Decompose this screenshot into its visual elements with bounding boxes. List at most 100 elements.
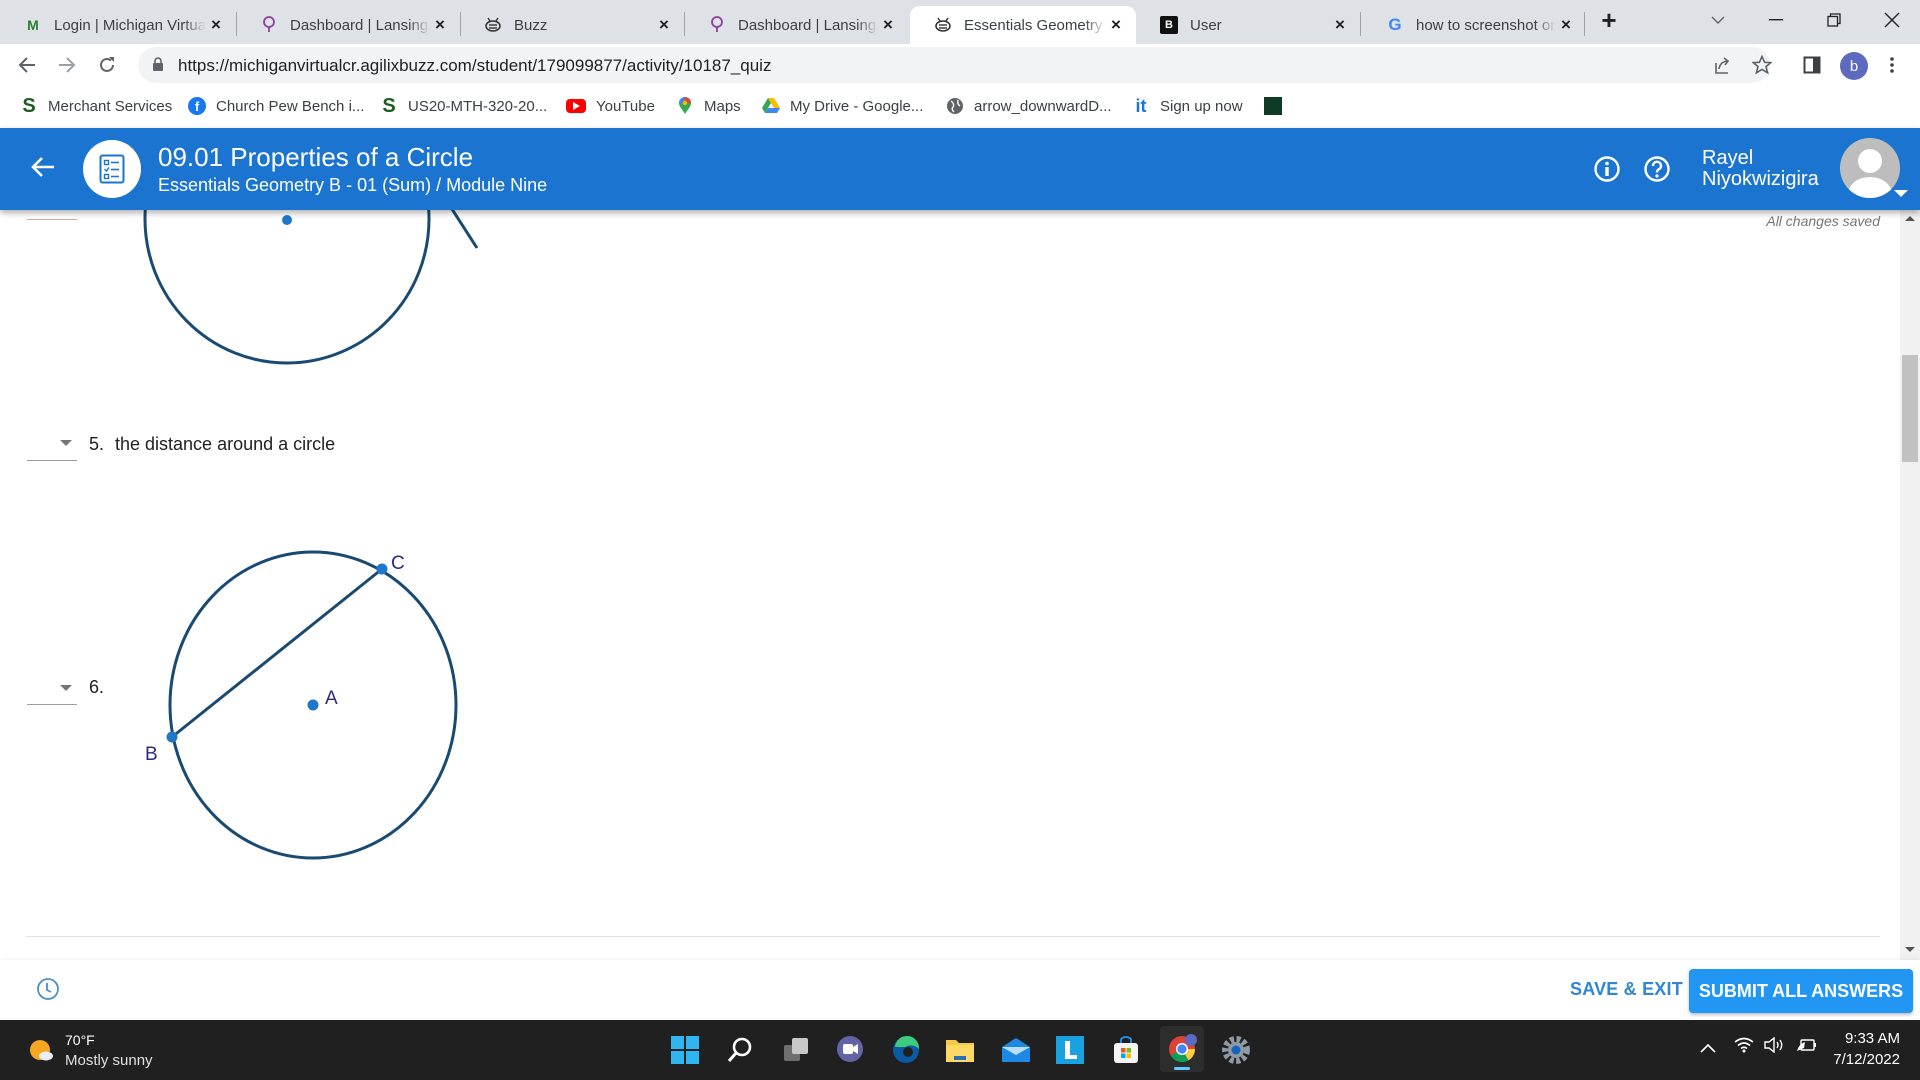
chord-bc <box>171 567 383 739</box>
side-panel-icon <box>1803 56 1821 74</box>
close-tab-icon[interactable]: × <box>1330 15 1350 35</box>
restore-button[interactable] <box>1806 0 1862 40</box>
user-name[interactable]: Rayel Niyokwizigira <box>1702 148 1819 190</box>
edge-icon <box>893 1035 920 1063</box>
lightbulb-icon <box>708 16 726 34</box>
wifi-icon <box>1734 1037 1754 1053</box>
back-to-course-button[interactable] <box>30 154 60 184</box>
bookmark-green-app[interactable] <box>1264 94 1292 118</box>
tab-divider <box>1360 12 1361 36</box>
weather-condition[interactable]: Mostly sunny <box>65 1052 153 1069</box>
answer-dropdown-caret-5[interactable] <box>60 440 72 446</box>
bookmark-merchant-services[interactable]: S Merchant Services <box>20 94 172 118</box>
battery-status[interactable] <box>1796 1037 1818 1058</box>
reload-icon <box>100 57 114 72</box>
bookmark-star-button[interactable] <box>1750 53 1774 77</box>
volume-status[interactable] <box>1764 1036 1786 1058</box>
tab-buzz[interactable]: Buzz × <box>460 6 684 44</box>
search-button[interactable] <box>720 1030 760 1070</box>
l-app-icon <box>1056 1036 1084 1064</box>
bookmark-us20-mth[interactable]: S US20-MTH-320-20... <box>380 94 547 118</box>
chrome-button[interactable] <box>1160 1026 1204 1072</box>
tab-search-button[interactable] <box>1690 0 1746 40</box>
close-tab-icon[interactable]: × <box>206 15 226 35</box>
start-button[interactable] <box>665 1030 705 1070</box>
side-panel-button[interactable] <box>1800 53 1824 77</box>
page-title: 09.01 Properties of a Circle <box>158 142 474 172</box>
page-scrollbar[interactable] <box>1900 210 1920 960</box>
s-logo-icon: S <box>382 94 396 117</box>
l-app-button[interactable] <box>1050 1030 1090 1070</box>
browser-menu-button[interactable] <box>1880 53 1904 77</box>
battery-charging-icon <box>1797 1039 1816 1051</box>
point-b <box>166 731 178 743</box>
submit-all-answers-button[interactable]: SUBMIT ALL ANSWERS <box>1689 969 1913 1013</box>
bookmark-maps[interactable]: Maps <box>676 94 741 118</box>
bookmark-youtube[interactable]: YouTube <box>566 94 655 118</box>
tab-login-michigan-virtual[interactable]: M Login | Michigan Virtual × <box>0 6 236 44</box>
mail-button[interactable] <box>996 1030 1036 1070</box>
lock-icon[interactable] <box>152 57 164 72</box>
wifi-status[interactable] <box>1734 1037 1754 1058</box>
address-bar[interactable]: https://michiganvirtualcr.agilixbuzz.com… <box>138 47 1772 83</box>
green-app-icon <box>1264 97 1282 115</box>
tab-essentials-geometry[interactable]: Essentials Geometry B × <box>910 6 1136 44</box>
weather-sun-cloud-icon[interactable] <box>28 1037 56 1065</box>
reload-button[interactable] <box>92 50 122 80</box>
bookmark-my-drive[interactable]: My Drive - Google... <box>762 94 923 118</box>
share-button[interactable] <box>1710 53 1734 77</box>
minimize-button[interactable] <box>1748 0 1804 40</box>
edge-browser-button[interactable] <box>886 1030 926 1070</box>
question-number: 5. <box>89 434 105 454</box>
back-button[interactable] <box>12 50 42 80</box>
chevron-up-icon <box>1700 1043 1716 1053</box>
bookmark-church-pew[interactable]: f Church Pew Bench i... <box>188 94 364 118</box>
clock-date[interactable]: 7/12/2022 <box>1833 1051 1900 1068</box>
tab-dashboard-lansing-2[interactable]: Dashboard | Lansing Community × <box>684 6 908 44</box>
forward-button[interactable] <box>52 50 82 80</box>
tab-user[interactable]: B User × <box>1136 6 1360 44</box>
url-text[interactable]: https://michiganvirtualcr.agilixbuzz.com… <box>178 56 771 76</box>
info-icon[interactable] <box>1593 155 1621 183</box>
microsoft-store-button[interactable] <box>1106 1030 1146 1070</box>
tab-dashboard-lansing[interactable]: Dashboard | Lansing Community × <box>236 6 460 44</box>
close-tab-icon[interactable]: × <box>1556 15 1576 35</box>
task-view-button[interactable] <box>776 1030 816 1070</box>
minimize-icon <box>1769 19 1783 21</box>
bookmark-arrow-downward[interactable]: arrow_downwardD... <box>946 94 1112 118</box>
teams-chat-button[interactable] <box>830 1030 870 1070</box>
file-explorer-button[interactable] <box>940 1030 980 1070</box>
close-tab-icon[interactable]: × <box>654 15 674 35</box>
close-tab-icon[interactable]: × <box>430 15 450 35</box>
close-tab-icon[interactable]: × <box>878 15 898 35</box>
scroll-down-arrow-icon[interactable] <box>1905 947 1915 952</box>
show-hidden-icons-button[interactable] <box>1700 1040 1716 1058</box>
scroll-up-arrow-icon[interactable] <box>1905 216 1915 221</box>
mail-icon <box>1002 1038 1030 1062</box>
buzz-bee-icon <box>484 16 502 34</box>
tab-google-search[interactable]: G how to screenshot on × <box>1362 6 1586 44</box>
help-icon[interactable] <box>1643 155 1671 183</box>
caret-down-icon[interactable] <box>1894 190 1908 197</box>
checklist-icon <box>99 154 125 184</box>
arrow-left-icon <box>31 157 54 177</box>
scroll-thumb[interactable] <box>1902 355 1918 462</box>
store-icon <box>1114 1036 1138 1063</box>
save-exit-button[interactable]: SAVE & EXIT <box>1570 979 1683 1000</box>
lightbulb-icon <box>260 16 278 34</box>
close-window-button[interactable] <box>1864 0 1920 40</box>
clock-time[interactable]: 9:33 AM <box>1845 1030 1900 1047</box>
circle-figure-6: A B C <box>145 550 458 860</box>
profile-avatar-button[interactable]: b <box>1840 52 1868 80</box>
app-header: 09.01 Properties of a Circle Essentials … <box>0 128 1920 210</box>
settings-button[interactable] <box>1216 1030 1256 1070</box>
michigan-virtual-icon: M <box>27 17 39 33</box>
answer-field-5[interactable] <box>27 460 77 461</box>
clock-icon[interactable] <box>36 977 60 1001</box>
bookmark-sign-up-now[interactable]: it Sign up now <box>1132 94 1243 118</box>
new-tab-button[interactable]: + <box>1584 0 1634 40</box>
buzz-bee-icon <box>934 16 952 34</box>
weather-temperature[interactable]: 70°F <box>65 1032 95 1048</box>
avatar[interactable] <box>1840 138 1900 198</box>
close-tab-icon[interactable]: × <box>1106 15 1126 35</box>
